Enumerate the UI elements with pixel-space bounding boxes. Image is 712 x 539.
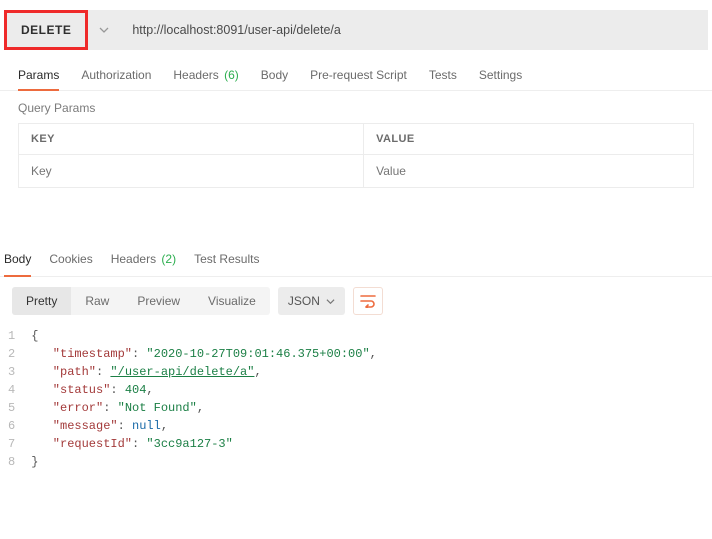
http-method-label: DELETE: [21, 23, 71, 37]
request-url-input[interactable]: [120, 10, 708, 50]
tab-settings[interactable]: Settings: [479, 68, 522, 90]
line-gutter: 12345678: [8, 327, 31, 471]
format-label: JSON: [288, 294, 320, 308]
qp-key-input[interactable]: [31, 164, 351, 178]
view-pretty-button[interactable]: Pretty: [12, 287, 71, 315]
tab-headers[interactable]: Headers (6): [173, 68, 238, 90]
query-params-header: KEY VALUE: [19, 124, 693, 155]
response-view-row: Pretty Raw Preview Visualize JSON: [0, 277, 712, 325]
view-visualize-button[interactable]: Visualize: [194, 287, 270, 315]
tab-authorization[interactable]: Authorization: [81, 68, 151, 90]
tab-params[interactable]: Params: [18, 68, 59, 90]
resp-headers-count: (2): [161, 252, 176, 266]
qp-value-header: VALUE: [364, 124, 693, 154]
qp-value-input[interactable]: [376, 164, 681, 178]
response-tabs: Body Cookies Headers (2) Test Results: [0, 244, 712, 277]
format-dropdown[interactable]: JSON: [278, 287, 345, 315]
tab-body[interactable]: Body: [261, 68, 288, 90]
wrap-lines-button[interactable]: [353, 287, 383, 315]
wrap-icon: [360, 294, 376, 308]
headers-count: (6): [224, 68, 239, 82]
resp-tab-headers[interactable]: Headers (2): [111, 244, 176, 276]
query-params-label: Query Params: [0, 91, 712, 123]
chevron-down-icon: [326, 297, 335, 306]
query-params-table: KEY VALUE: [18, 123, 694, 188]
request-tabs: Params Authorization Headers (6) Body Pr…: [0, 50, 712, 91]
response-section: Body Cookies Headers (2) Test Results Pr…: [0, 244, 712, 471]
tab-prerequest[interactable]: Pre-request Script: [310, 68, 407, 90]
response-body-code: 12345678 { "timestamp": "2020-10-27T09:0…: [0, 325, 712, 471]
http-method-select[interactable]: DELETE: [4, 10, 88, 50]
resp-tab-cookies[interactable]: Cookies: [49, 244, 92, 276]
request-row: DELETE: [4, 10, 708, 50]
view-raw-button[interactable]: Raw: [71, 287, 123, 315]
resp-tab-test-results[interactable]: Test Results: [194, 244, 259, 276]
tab-tests[interactable]: Tests: [429, 68, 457, 90]
query-params-row: [19, 155, 693, 187]
view-mode-segment: Pretty Raw Preview Visualize: [12, 287, 270, 315]
resp-tab-body[interactable]: Body: [4, 244, 31, 276]
code-content[interactable]: { "timestamp": "2020-10-27T09:01:46.375+…: [31, 327, 377, 471]
http-method-dropdown[interactable]: [88, 10, 120, 50]
qp-key-header: KEY: [19, 124, 364, 154]
view-preview-button[interactable]: Preview: [123, 287, 194, 315]
chevron-down-icon: [99, 25, 109, 35]
